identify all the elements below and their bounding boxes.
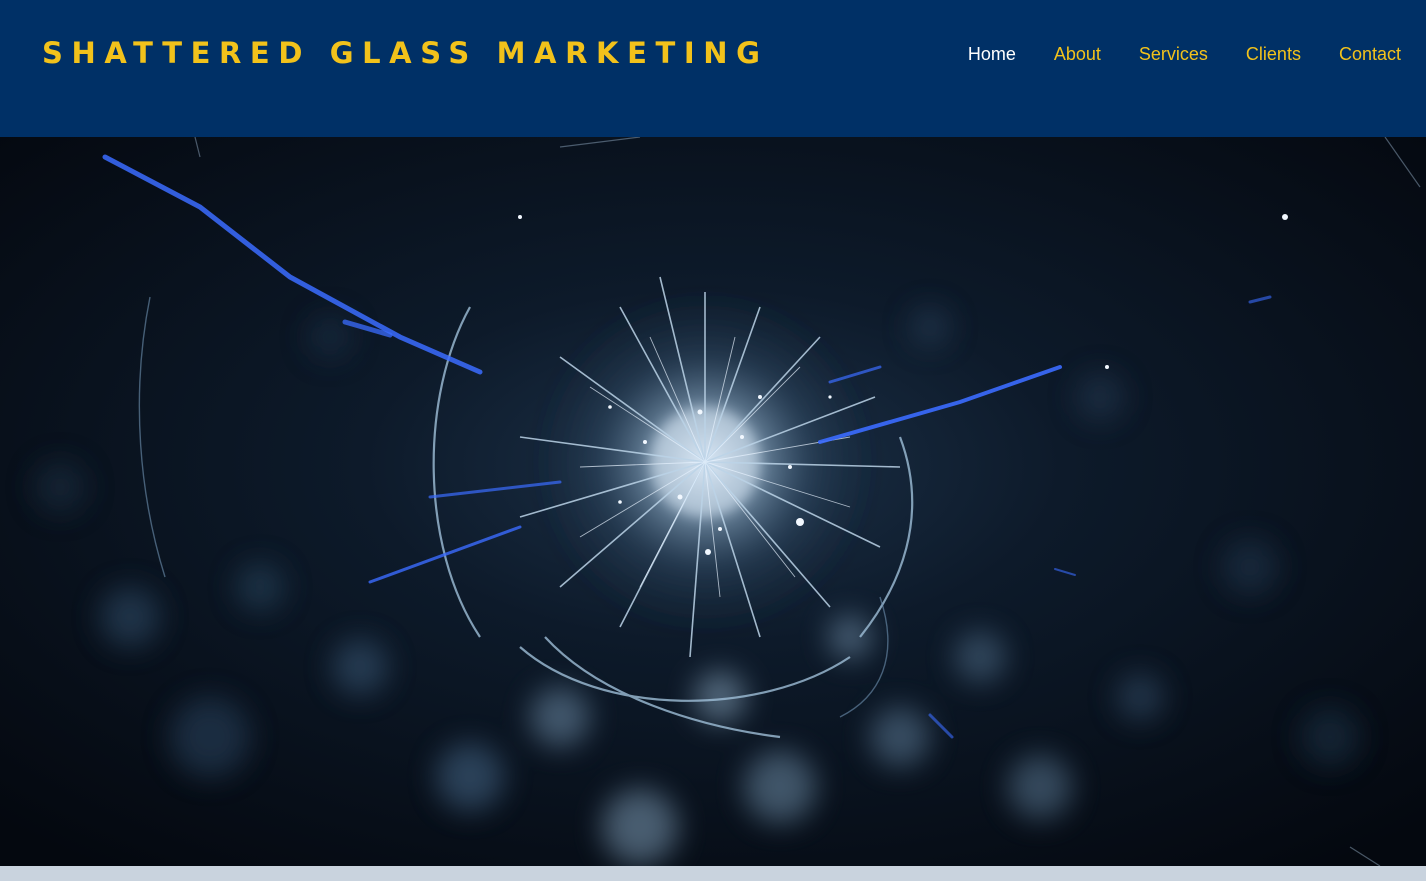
- nav-about[interactable]: About: [1035, 41, 1120, 67]
- nav-clients[interactable]: Clients: [1227, 41, 1320, 67]
- site-logo-text[interactable]: SHATTERED GLASS MARKETING: [42, 34, 769, 72]
- nav-home[interactable]: Home: [949, 41, 1035, 67]
- hero-background-media: [0, 137, 1426, 866]
- main-nav: Home About Services Clients Contact: [949, 41, 1426, 67]
- page-bottom-strip: [0, 866, 1426, 881]
- shattered-glass-image: [0, 137, 1426, 866]
- nav-services[interactable]: Services: [1120, 41, 1227, 67]
- site-header: SHATTERED GLASS MARKETING Home About Ser…: [0, 0, 1426, 137]
- nav-contact[interactable]: Contact: [1320, 41, 1426, 67]
